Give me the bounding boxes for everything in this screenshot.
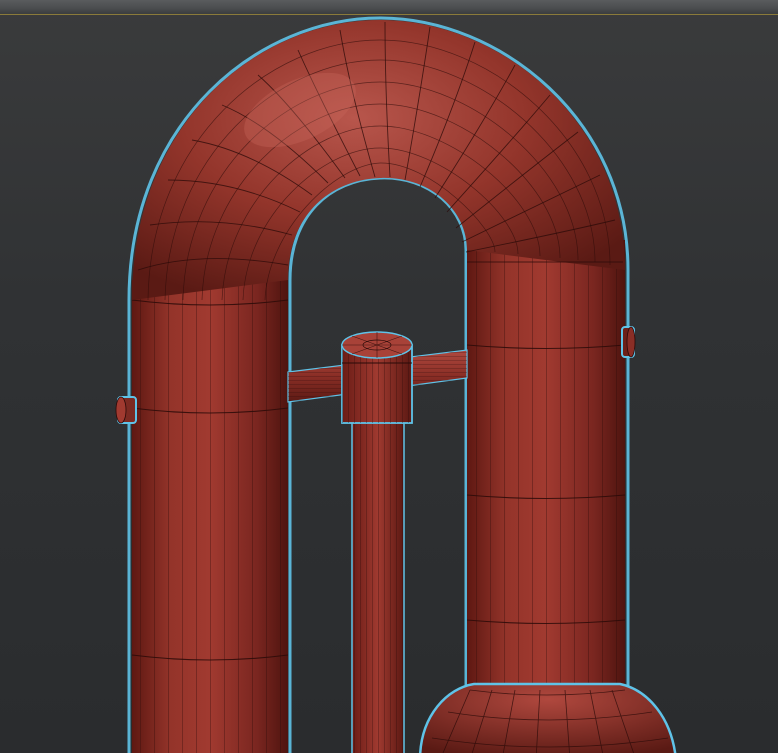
3d-viewport[interactable] xyxy=(0,0,778,753)
right-tube[interactable] xyxy=(466,240,626,720)
u-bend[interactable] xyxy=(132,20,625,301)
left-tube[interactable] xyxy=(131,280,289,753)
bottom-bulb[interactable] xyxy=(419,682,677,753)
scene-render[interactable] xyxy=(0,0,778,753)
left-stub[interactable] xyxy=(115,396,137,424)
right-stub[interactable] xyxy=(621,326,636,358)
center-rod[interactable] xyxy=(351,399,405,753)
center-hub[interactable] xyxy=(341,331,413,424)
